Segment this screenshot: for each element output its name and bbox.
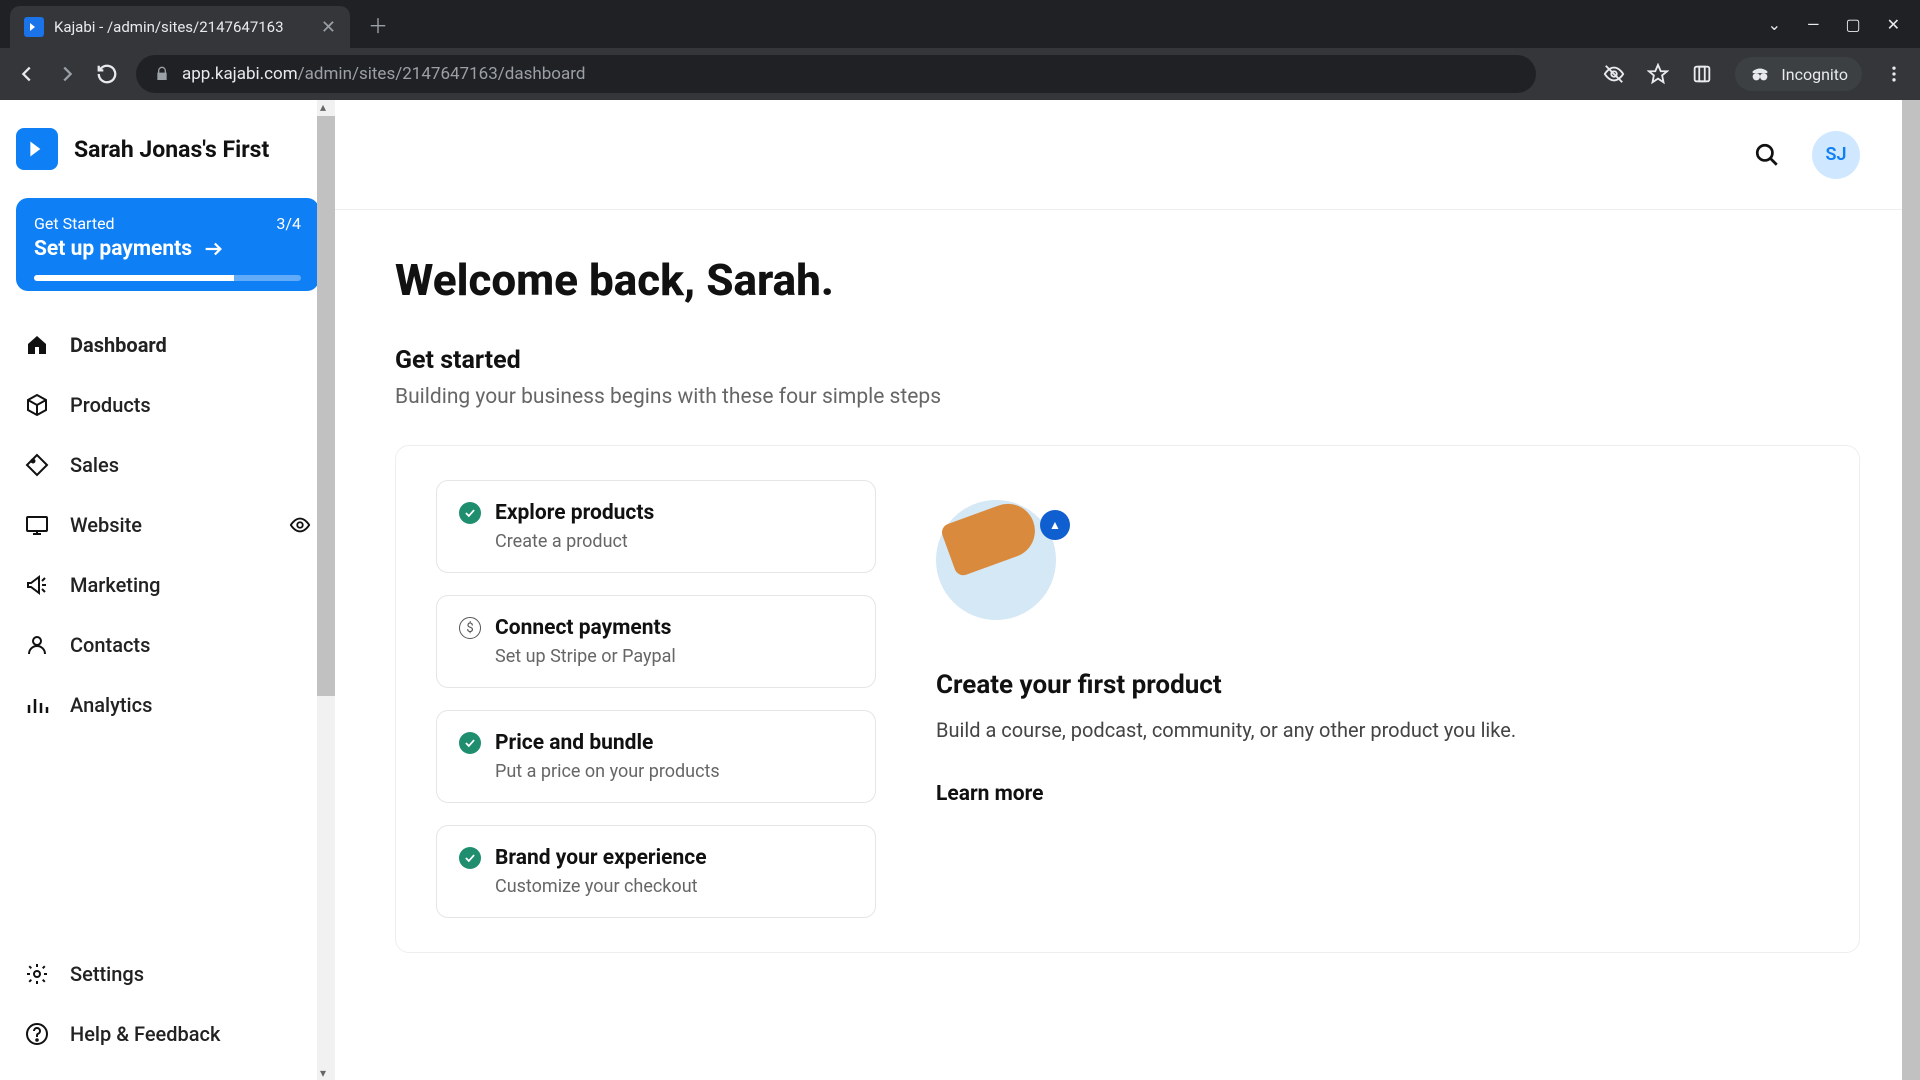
website-icon — [24, 513, 50, 537]
sidebar-item-label: Dashboard — [70, 333, 167, 357]
url-field[interactable]: app.kajabi.com/admin/sites/2147647163/da… — [136, 55, 1536, 93]
main: SJ Welcome back, Sarah. Get started Buil… — [335, 100, 1920, 1080]
sidebar-item-label: Help & Feedback — [70, 1022, 220, 1046]
check-icon — [459, 732, 481, 754]
eye-icon[interactable] — [289, 514, 311, 536]
chevron-down-icon[interactable]: ⌄ — [1768, 15, 1781, 34]
new-tab-icon[interactable]: ＋ — [368, 10, 388, 39]
gs-progress-bar — [34, 275, 301, 281]
back-icon[interactable] — [16, 63, 38, 85]
products-icon — [24, 393, 50, 417]
section-subtitle: Building your business begins with these… — [395, 385, 1860, 409]
brand-row[interactable]: Sarah Jonas's First — [12, 116, 323, 194]
sidebar-item-label: Marketing — [70, 573, 161, 597]
help-icon — [24, 1022, 50, 1046]
sidebar-scrollbar[interactable] — [317, 100, 335, 1080]
step-card[interactable]: Price and bundle Put a price on your prod… — [436, 710, 876, 803]
contacts-icon — [24, 633, 50, 657]
steps-column: Explore products Create a product $ Connect… — [436, 480, 876, 918]
sidebar-item-sales[interactable]: Sales — [12, 435, 323, 495]
step-subtitle: Create a product — [495, 531, 853, 552]
star-icon[interactable] — [1647, 63, 1669, 85]
learn-more-link[interactable]: Learn more — [936, 782, 1044, 806]
promo-desc: Build a course, podcast, community, or a… — [936, 718, 1819, 742]
check-icon — [459, 502, 481, 524]
avatar[interactable]: SJ — [1812, 131, 1860, 179]
sidebar-item-contacts[interactable]: Contacts — [12, 615, 323, 675]
gs-label: Get Started — [34, 214, 115, 233]
sidebar-item-help[interactable]: Help & Feedback — [12, 1004, 323, 1064]
tab-bar: Kajabi - /admin/sites/2147647163 ✕ ＋ ⌄ —… — [0, 0, 1920, 48]
sidebar-item-label: Sales — [70, 453, 119, 477]
minimize-icon[interactable]: — — [1807, 15, 1820, 34]
forward-icon[interactable] — [56, 63, 78, 85]
arrow-right-icon — [202, 238, 224, 260]
promo-column: ▲ Create your first product Build a cour… — [936, 480, 1819, 918]
gs-progress-text: 3/4 — [276, 214, 301, 233]
settings-icon — [24, 962, 50, 986]
step-card[interactable]: Explore products Create a product — [436, 480, 876, 573]
browser-tab[interactable]: Kajabi - /admin/sites/2147647163 ✕ — [10, 6, 350, 48]
step-subtitle: Set up Stripe or Paypal — [495, 646, 853, 667]
sidebar-item-settings[interactable]: Settings — [12, 944, 323, 1004]
url-text: app.kajabi.com/admin/sites/2147647163/da… — [182, 64, 585, 84]
marketing-icon — [24, 573, 50, 597]
step-subtitle: Customize your checkout — [495, 876, 853, 897]
window-controls: ⌄ — ▢ ✕ — [1768, 15, 1910, 34]
sidebar-item-label: Settings — [70, 962, 144, 986]
check-icon — [459, 847, 481, 869]
step-title: Brand your experience — [495, 846, 707, 870]
page-scrollbar[interactable] — [1902, 100, 1920, 1080]
incognito-badge[interactable]: Incognito — [1735, 57, 1862, 91]
maximize-icon[interactable]: ▢ — [1845, 15, 1860, 34]
promo-title: Create your first product — [936, 670, 1819, 700]
app: Sarah Jonas's First Get Started 3/4 Set … — [0, 100, 1920, 1080]
sidebar: Sarah Jonas's First Get Started 3/4 Set … — [0, 100, 335, 1080]
content: Welcome back, Sarah. Get started Buildin… — [335, 210, 1920, 997]
sidebar-item-label: Analytics — [70, 693, 152, 717]
sidebar-item-dashboard[interactable]: Dashboard — [12, 315, 323, 375]
get-started-panel: Explore products Create a product $ Connect… — [395, 445, 1860, 953]
sidebar-item-marketing[interactable]: Marketing — [12, 555, 323, 615]
sidebar-item-label: Contacts — [70, 633, 150, 657]
gs-action-label: Set up payments — [34, 237, 192, 261]
close-window-icon[interactable]: ✕ — [1887, 15, 1900, 34]
url-bar: app.kajabi.com/admin/sites/2147647163/da… — [0, 48, 1920, 100]
extensions-icon[interactable] — [1691, 63, 1713, 85]
sidebar-item-website[interactable]: Website — [12, 495, 323, 555]
brand-logo-icon — [16, 128, 58, 170]
step-card[interactable]: Brand your experience Customize your chec… — [436, 825, 876, 918]
sales-icon — [24, 453, 50, 477]
get-started-card[interactable]: Get Started 3/4 Set up payments — [16, 198, 319, 291]
site-name: Sarah Jonas's First — [74, 136, 269, 163]
top-bar: SJ — [335, 100, 1920, 210]
step-subtitle: Put a price on your products — [495, 761, 853, 782]
section-title: Get started — [395, 346, 1860, 375]
step-title: Price and bundle — [495, 731, 653, 755]
sidebar-item-label: Website — [70, 513, 142, 537]
tab-close-icon[interactable]: ✕ — [321, 17, 336, 38]
sidebar-item-label: Products — [70, 393, 151, 417]
step-title: Connect payments — [495, 616, 671, 640]
reload-icon[interactable] — [96, 63, 118, 85]
browser-chrome: Kajabi - /admin/sites/2147647163 ✕ ＋ ⌄ —… — [0, 0, 1920, 100]
sidebar-item-analytics[interactable]: Analytics — [12, 675, 323, 735]
promo-illustration: ▲ — [936, 490, 1066, 620]
analytics-icon — [24, 693, 50, 717]
kajabi-favicon — [24, 17, 44, 37]
kebab-menu-icon[interactable] — [1884, 64, 1904, 84]
dashboard-icon — [24, 333, 50, 357]
eye-off-icon[interactable] — [1603, 63, 1625, 85]
dollar-icon: $ — [459, 617, 481, 639]
welcome-heading: Welcome back, Sarah. — [395, 254, 1860, 306]
step-card[interactable]: $ Connect payments Set up Stripe or Paypal — [436, 595, 876, 688]
search-icon[interactable] — [1754, 142, 1780, 168]
lock-icon — [154, 66, 170, 82]
step-title: Explore products — [495, 501, 654, 525]
tab-title: Kajabi - /admin/sites/2147647163 — [54, 18, 311, 36]
sidebar-item-products[interactable]: Products — [12, 375, 323, 435]
